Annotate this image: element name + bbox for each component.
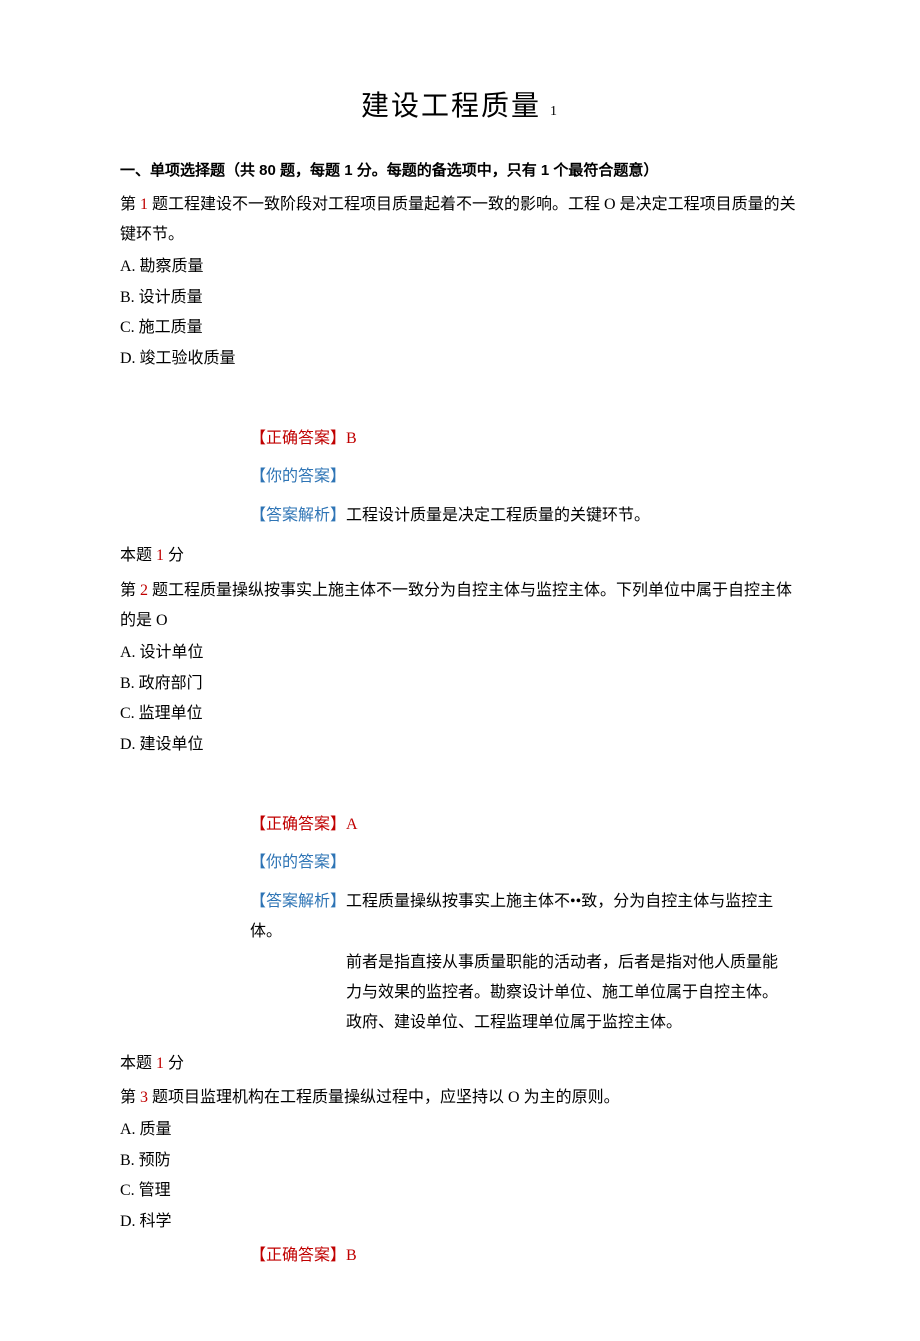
q2-option-d: D. 建设单位 <box>120 730 800 760</box>
q1-option-a: A. 勘察质量 <box>120 252 800 282</box>
q1-answer-block: 【正确答案】B 【你的答案】 【答案解析】工程设计质量是决定工程质量的关键环节。 <box>250 424 800 531</box>
title-suffix: 1 <box>550 104 559 119</box>
q2-option-c: C. 监理单位 <box>120 699 800 729</box>
correct-answer-label: 【正确答案】 <box>250 430 346 447</box>
explanation-label: 【答案解析】 <box>250 507 346 524</box>
question-3: 第 3 题项目监理机构在工程质量操纵过程中，应坚持以 O 为主的原则。 <box>120 1083 800 1113</box>
q3-answer-block: 【正确答案】B <box>250 1241 800 1271</box>
q2-text: 题工程质量操纵按事实上施主体不一致分为自控主体与监控主体。下列单位中属于自控主体… <box>120 582 792 629</box>
q3-option-c: C. 管理 <box>120 1176 800 1206</box>
correct-answer-label: 【正确答案】 <box>250 816 346 833</box>
q2-options: A. 设计单位 B. 政府部门 C. 监理单位 D. 建设单位 <box>120 638 800 760</box>
q3-options: A. 质量 B. 预防 C. 管理 D. 科学 <box>120 1115 800 1237</box>
title-main: 建设工程质量 <box>361 91 541 122</box>
q2-correct-answer: 【正确答案】A <box>250 810 800 840</box>
q1-prefix: 第 <box>120 196 136 213</box>
q3-option-a: A. 质量 <box>120 1115 800 1145</box>
q3-number: 3 <box>140 1089 148 1106</box>
q3-option-b: B. 预防 <box>120 1146 800 1176</box>
q2-prefix: 第 <box>120 582 136 599</box>
q1-score: 本题 1 分 <box>120 541 800 571</box>
correct-answer-value: A <box>346 816 358 833</box>
your-answer-label: 【你的答案】 <box>250 854 346 871</box>
q2-your-answer: 【你的答案】 <box>250 848 800 878</box>
section-header: 一、单项选择题（共 80 题，每题 1 分。每题的备选项中，只有 1 个最符合题… <box>120 157 800 186</box>
q3-text: 题项目监理机构在工程质量操纵过程中，应坚持以 O 为主的原则。 <box>152 1089 620 1106</box>
q1-option-d: D. 竣工验收质量 <box>120 344 800 374</box>
score-prefix: 本题 <box>120 1055 152 1072</box>
q3-option-d: D. 科学 <box>120 1207 800 1237</box>
question-1: 第 1 题工程建设不一致阶段对工程项目质量起着不一致的影响。工程 O 是决定工程… <box>120 190 800 251</box>
score-number: 1 <box>156 547 164 564</box>
q3-correct-answer: 【正确答案】B <box>250 1241 800 1271</box>
correct-answer-label: 【正确答案】 <box>250 1247 346 1264</box>
explanation-label: 【答案解析】 <box>250 893 346 910</box>
explanation-line3: 力与效果的监控者。勘察设计单位、施工单位属于自控主体。 <box>346 978 800 1008</box>
q1-explanation: 【答案解析】工程设计质量是决定工程质量的关键环节。 <box>250 501 800 531</box>
q1-correct-answer: 【正确答案】B <box>250 424 800 454</box>
explanation-line4: 政府、建设单位、工程监理单位属于监控主体。 <box>346 1008 800 1038</box>
correct-answer-value: B <box>346 430 357 447</box>
score-number: 1 <box>156 1055 164 1072</box>
q1-your-answer: 【你的答案】 <box>250 462 800 492</box>
q1-option-c: C. 施工质量 <box>120 313 800 343</box>
score-suffix: 分 <box>168 547 184 564</box>
q1-text: 题工程建设不一致阶段对工程项目质量起着不一致的影响。工程 O 是决定工程项目质量… <box>120 196 796 243</box>
score-suffix: 分 <box>168 1055 184 1072</box>
q1-options: A. 勘察质量 B. 设计质量 C. 施工质量 D. 竣工验收质量 <box>120 252 800 374</box>
explanation-line2: 前者是指直接从事质量职能的活动者，后者是指对他人质量能 <box>346 948 800 978</box>
score-prefix: 本题 <box>120 547 152 564</box>
q2-number: 2 <box>140 582 148 599</box>
q2-answer-block: 【正确答案】A 【你的答案】 【答案解析】工程质量操纵按事实上施主体不••致，分… <box>250 810 800 1039</box>
q2-score: 本题 1 分 <box>120 1049 800 1079</box>
q1-option-b: B. 设计质量 <box>120 283 800 313</box>
q2-option-b: B. 政府部门 <box>120 669 800 699</box>
correct-answer-value: B <box>346 1247 357 1264</box>
explanation-text: 工程设计质量是决定工程质量的关键环节。 <box>346 507 650 524</box>
your-answer-label: 【你的答案】 <box>250 468 346 485</box>
q1-number: 1 <box>140 196 148 213</box>
question-2: 第 2 题工程质量操纵按事实上施主体不一致分为自控主体与监控主体。下列单位中属于… <box>120 576 800 637</box>
q3-prefix: 第 <box>120 1089 136 1106</box>
q2-option-a: A. 设计单位 <box>120 638 800 668</box>
page-title: 建设工程质量 1 <box>120 80 800 133</box>
q2-explanation: 【答案解析】工程质量操纵按事实上施主体不••致，分为自控主体与监控主体。 前者是… <box>250 887 800 1039</box>
